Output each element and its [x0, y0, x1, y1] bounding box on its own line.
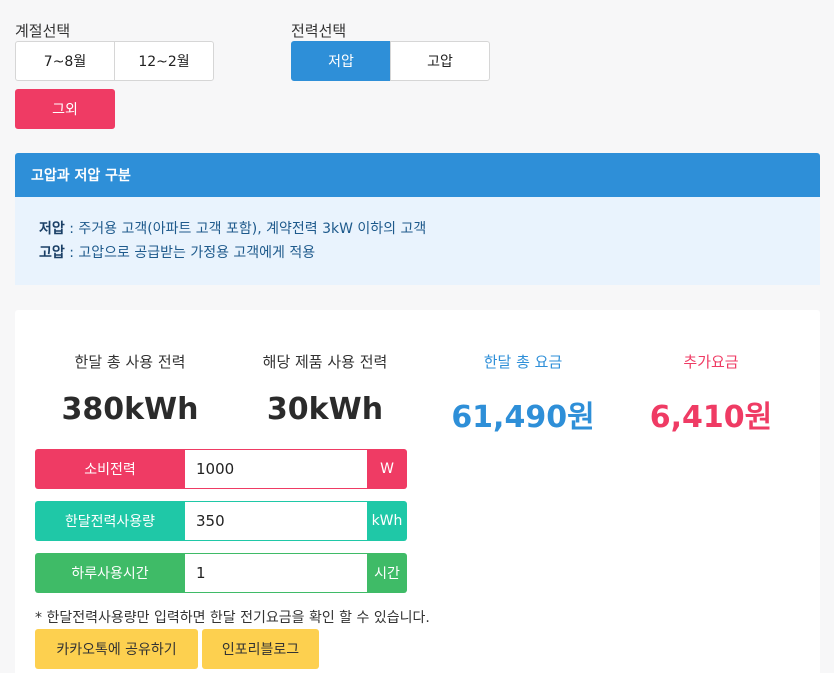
season-label: 계절선택	[15, 22, 71, 40]
info-high-desc: : 고압으로 공급받는 가정용 고객에게 적용	[64, 245, 316, 261]
stat-label: 해당 제품 사용 전력	[262, 353, 388, 371]
stat-total-fee: 한달 총 요금 61,490원	[428, 351, 618, 436]
stat-product-usage: 해당 제품 사용 전력 30kWh	[230, 351, 420, 427]
stat-value: 61,490원	[451, 400, 595, 435]
monthly-usage-unit: kWh	[367, 501, 407, 541]
info-low-line: 저압 : 주거용 고객(아파트 고객 포함), 계약전력 3kW 이하의 고객	[39, 217, 796, 241]
season-other-button[interactable]: 그외	[15, 89, 115, 129]
info-high-line: 고압 : 고압으로 공급받는 가정용 고객에게 적용	[39, 241, 796, 265]
stat-label: 한달 총 사용 전력	[74, 353, 186, 371]
consumption-unit: W	[367, 449, 407, 489]
info-body: 저압 : 주거용 고객(아파트 고객 포함), 계약전력 3kW 이하의 고객 …	[15, 197, 820, 285]
info-low-term: 저압	[39, 221, 65, 237]
kakao-share-button[interactable]: 카카오톡에 공유하기	[35, 629, 198, 669]
info-low-desc: : 주거용 고객(아파트 고객 포함), 계약전력 3kW 이하의 고객	[64, 221, 427, 237]
stat-value: 30kWh	[266, 392, 384, 427]
stat-label: 한달 총 요금	[483, 353, 563, 371]
stat-extra-fee: 추가요금 6,410원	[616, 351, 806, 436]
monthly-usage-label: 한달전력사용량	[35, 501, 185, 541]
season-summer-button[interactable]: 7~8월	[15, 41, 115, 81]
daily-hours-unit: 시간	[367, 553, 407, 593]
usage-note: * 한달전력사용량만 입력하면 한달 전기요금을 확인 할 수 있습니다.	[35, 610, 430, 626]
consumption-input[interactable]	[185, 449, 367, 489]
consumption-row: 소비전력 W	[35, 449, 407, 489]
info-high-term: 고압	[39, 245, 65, 261]
daily-hours-label: 하루사용시간	[35, 553, 185, 593]
stat-value: 380kWh	[61, 392, 199, 427]
daily-hours-input[interactable]	[185, 553, 367, 593]
info-title: 고압과 저압 구분	[15, 153, 820, 197]
power-high-button[interactable]: 고압	[390, 41, 490, 81]
power-low-button[interactable]: 저압	[291, 41, 391, 81]
stat-total-usage: 한달 총 사용 전력 380kWh	[35, 351, 225, 427]
monthly-usage-row: 한달전력사용량 kWh	[35, 501, 407, 541]
daily-hours-row: 하루사용시간 시간	[35, 553, 407, 593]
stat-label: 추가요금	[683, 353, 739, 371]
power-label: 전력선택	[291, 22, 347, 40]
monthly-usage-input[interactable]	[185, 501, 367, 541]
stat-value: 6,410원	[649, 400, 773, 435]
consumption-label: 소비전력	[35, 449, 185, 489]
blog-link-button[interactable]: 인포리블로그	[202, 629, 319, 669]
season-winter-button[interactable]: 12~2월	[114, 41, 214, 81]
